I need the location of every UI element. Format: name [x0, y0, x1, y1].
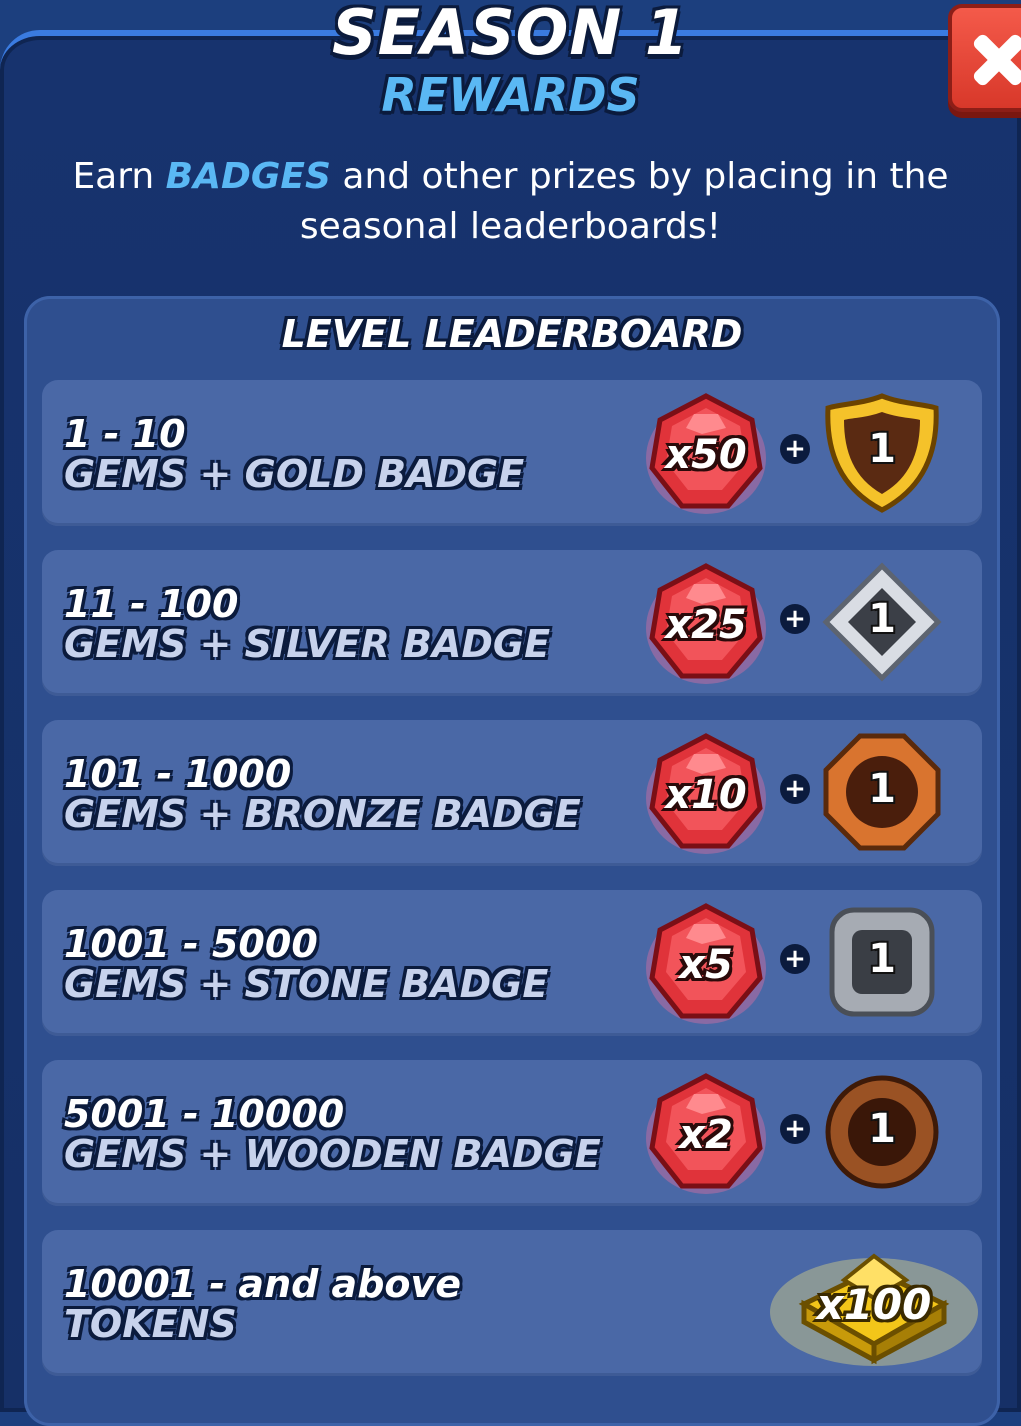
plus-icon: + [780, 944, 810, 974]
reward-label: GEMS + STONE BADGE [64, 962, 549, 1006]
header: SEASON 1 REWARDS [0, 0, 1021, 120]
description-highlight: BADGES [165, 156, 331, 197]
badge-number: 1 [868, 936, 896, 982]
close-button[interactable] [948, 4, 1021, 112]
rank-range: 101 - 1000 [64, 752, 292, 796]
gem-count: x50 [665, 432, 747, 478]
reward-row-stone: 1001 - 5000 GEMS + STONE BADGE x5 + 1 [42, 890, 982, 1036]
gem-pile-icon: x2 [642, 1068, 770, 1198]
stone-badge-icon: 1 [820, 900, 944, 1024]
bronze-badge-icon: 1 [820, 730, 944, 854]
season-title: SEASON 1 [332, 0, 689, 69]
leaderboard-title: LEVEL LEADERBOARD [281, 312, 743, 356]
rank-range: 1 - 10 [64, 412, 186, 456]
wooden-badge-icon: 1 [820, 1070, 944, 1194]
rank-range: 1001 - 5000 [64, 922, 318, 966]
gold-badge-icon: 1 [820, 390, 944, 514]
gem-count: x5 [679, 942, 733, 988]
plus-icon: + [780, 604, 810, 634]
badge-number: 1 [868, 1106, 896, 1152]
rank-range: 10001 - and above [64, 1262, 462, 1306]
reward-label: GEMS + SILVER BADGE [64, 622, 551, 666]
plus-icon: + [780, 1114, 810, 1144]
reward-row-bronze: 101 - 1000 GEMS + BRONZE BADGE x10 + 1 [42, 720, 982, 866]
gem-pile-icon: x50 [642, 388, 770, 518]
reward-row-gold: 1 - 10 GEMS + GOLD BADGE x50 + 1 [42, 380, 982, 526]
plus-icon: + [780, 774, 810, 804]
reward-label: TOKENS [64, 1302, 237, 1346]
gem-count: x25 [665, 602, 747, 648]
level-leaderboard: LEVEL LEADERBOARD 1 - 10 GEMS + GOLD BAD… [24, 296, 1000, 1426]
reward-row-wooden: 5001 - 10000 GEMS + WOODEN BADGE x2 + 1 [42, 1060, 982, 1206]
description-text: Earn BADGES and other prizes by placing … [40, 152, 981, 252]
rank-range: 11 - 100 [64, 582, 239, 626]
reward-row-silver: 11 - 100 GEMS + SILVER BADGE x25 + 1 [42, 550, 982, 696]
rank-range: 5001 - 10000 [64, 1092, 345, 1136]
gem-pile-icon: x10 [642, 728, 770, 858]
gem-count: x10 [665, 772, 747, 818]
token-pile-icon: x100 [764, 1234, 984, 1374]
gem-pile-icon: x5 [642, 898, 770, 1028]
reward-label: GEMS + GOLD BADGE [64, 452, 525, 496]
plus-icon: + [780, 434, 810, 464]
badge-number: 1 [868, 426, 896, 472]
description-suffix: and other prizes by placing in the seaso… [299, 156, 949, 247]
gem-pile-icon: x25 [642, 558, 770, 688]
reward-label: GEMS + BRONZE BADGE [64, 792, 581, 836]
reward-label: GEMS + WOODEN BADGE [64, 1132, 601, 1176]
rewards-subtitle: REWARDS [381, 68, 640, 122]
gem-count: x2 [679, 1112, 733, 1158]
badge-number: 1 [868, 596, 896, 642]
token-count: x100 [816, 1280, 932, 1329]
silver-badge-icon: 1 [820, 560, 944, 684]
badge-number: 1 [868, 766, 896, 812]
description-prefix: Earn [72, 156, 166, 197]
reward-row-tokens: 10001 - and above TOKENS x100 [42, 1230, 982, 1376]
